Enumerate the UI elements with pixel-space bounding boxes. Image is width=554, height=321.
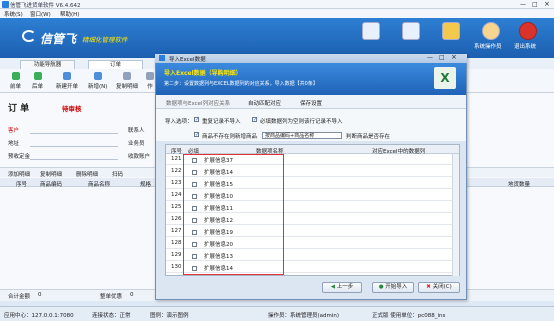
add-detail-button[interactable]: 添加明细 bbox=[8, 170, 30, 178]
col-name: 商品名称 bbox=[88, 182, 111, 188]
highlight-box bbox=[183, 154, 284, 275]
operator-label[interactable]: 系统操作员 bbox=[474, 42, 502, 50]
discount-label: 整单优惠 bbox=[100, 294, 123, 300]
order-title: 订 单 bbox=[8, 104, 30, 114]
auto-match-button[interactable]: 自动匹配对应 bbox=[248, 99, 281, 107]
close-icon[interactable]: × bbox=[544, 0, 550, 8]
row-no: 122 bbox=[171, 168, 182, 174]
row-no: 124 bbox=[171, 192, 182, 198]
prev-step-button[interactable]: ◀ 上一步 bbox=[322, 282, 362, 293]
dialog-close-button[interactable]: ✖ 关闭(C) bbox=[418, 282, 460, 293]
skip-duplicate-checkbox[interactable] bbox=[194, 116, 199, 123]
calculator-icon[interactable] bbox=[402, 22, 420, 40]
skip-empty-label: 必填数据列为空则该行记录不导入 bbox=[260, 119, 343, 125]
tab-order[interactable]: 订单 bbox=[88, 60, 143, 69]
row-no: 127 bbox=[171, 228, 182, 234]
address-label: 地址 bbox=[8, 141, 20, 147]
customer-label: 客户 bbox=[8, 128, 20, 134]
deposit-field[interactable] bbox=[30, 159, 118, 160]
address-field[interactable] bbox=[30, 146, 118, 147]
exit-icon[interactable] bbox=[519, 22, 537, 40]
order-status: 待审核 bbox=[62, 105, 82, 113]
contact-label: 联系人 bbox=[128, 128, 145, 134]
dialog-header: 导入Excel数据（导购明细） 第二步：设置数据列与EXCEL数据列的对应关系，… bbox=[156, 63, 466, 95]
deposit-label: 预收定金 bbox=[8, 154, 31, 160]
dialog-app-icon bbox=[159, 55, 165, 61]
dialog-head-sub: 第二步：设置数据列与EXCEL数据列的对应关系，导入数据【共0条】 bbox=[164, 81, 318, 87]
row-no: 126 bbox=[171, 216, 182, 222]
maximize-icon[interactable]: □ bbox=[532, 1, 538, 8]
menu-bar: 系统(S) 窗口(W) 帮助(H) bbox=[0, 9, 554, 18]
tab-navigator[interactable]: 功能导航器 bbox=[20, 60, 75, 69]
title-bar: 信管飞进货单软件 V6.4.642 — □ × bbox=[0, 0, 554, 9]
skip-empty-checkbox[interactable] bbox=[252, 116, 257, 123]
prev-order-button[interactable]: 前单 bbox=[10, 72, 21, 90]
dialog-title-bar: 导入Excel数据 — □ × bbox=[155, 53, 467, 63]
operator-status: 操作员：系统管理员(admin) bbox=[268, 313, 340, 319]
delete-detail-button[interactable]: 删除明细 bbox=[76, 170, 98, 178]
demo-status: 图例：演示图例 bbox=[150, 313, 189, 319]
col-qty: 地货数量 bbox=[508, 182, 531, 188]
col-no: 序号 bbox=[16, 182, 28, 188]
add-product-label: 商品不存在则新增商品 bbox=[202, 134, 258, 140]
row-no: 129 bbox=[171, 252, 182, 258]
dialog-close-icon[interactable]: × bbox=[451, 53, 457, 61]
connection-status: 连接状态：正常 bbox=[92, 313, 131, 319]
logo-text: 信管飞 bbox=[40, 32, 77, 46]
total-label: 合计金额 bbox=[8, 294, 31, 300]
add-product-checkbox[interactable] bbox=[194, 131, 199, 138]
minimize-icon[interactable]: — bbox=[520, 1, 526, 8]
total-value: 0 bbox=[38, 292, 42, 298]
lock-icon[interactable] bbox=[442, 22, 460, 40]
status-bar: 应用中心：127.0.0.1:7080 连接状态：正常 图例：演示图例 操作员：… bbox=[0, 306, 554, 321]
discount-value: 0 bbox=[130, 292, 134, 298]
step-mapping[interactable]: 数据项与Excel列对应关系 bbox=[166, 99, 230, 107]
add-button[interactable]: 新增(N) bbox=[88, 72, 107, 90]
row-no: 123 bbox=[171, 180, 182, 186]
copy-detail-button2[interactable]: 复制明细 bbox=[40, 170, 62, 178]
copy-detail-button[interactable]: 复制明细 bbox=[116, 72, 138, 90]
window-title: 信管飞进货单软件 V6.4.642 bbox=[10, 3, 81, 9]
options-label: 导入选项： bbox=[165, 119, 193, 125]
mapping-table-header: 序号 必填 数据项名称 对应Excel中的数据列 bbox=[166, 145, 459, 155]
table-scrollbar[interactable] bbox=[452, 154, 459, 276]
row-no: 130 bbox=[171, 264, 182, 270]
account-label: 收款账户 bbox=[128, 154, 151, 160]
next-order-button[interactable]: 后单 bbox=[32, 72, 43, 90]
start-import-button[interactable]: ● 开始导入 bbox=[372, 282, 414, 293]
dialog-head-title: 导入Excel数据（导购明细） bbox=[164, 70, 242, 77]
row-no: 125 bbox=[171, 204, 182, 210]
customer-field[interactable] bbox=[30, 133, 118, 134]
logo-mark-icon bbox=[22, 30, 36, 42]
dialog-title: 导入Excel数据 bbox=[169, 57, 206, 63]
slogan: 精细化管理软件 bbox=[82, 36, 128, 44]
exit-label[interactable]: 退出系统 bbox=[514, 42, 536, 50]
scan-button[interactable]: 扫码 bbox=[112, 170, 123, 178]
new-order-button[interactable]: 新建开单 bbox=[56, 72, 78, 90]
row-no: 121 bbox=[171, 156, 182, 162]
edition-status: 正式版 使用单位：pc088_ins bbox=[372, 313, 446, 319]
monitor-icon[interactable] bbox=[362, 22, 380, 40]
col-code: 商品编码 bbox=[40, 182, 63, 188]
skip-duplicate-label: 重复记录不导入 bbox=[202, 119, 241, 125]
user-icon[interactable] bbox=[482, 22, 500, 40]
excel-icon: X bbox=[434, 67, 456, 89]
match-mode-select[interactable]: 按商品编码+商品名称 bbox=[262, 132, 342, 139]
dialog-minimize-icon[interactable]: — bbox=[427, 54, 433, 61]
app-icon bbox=[2, 1, 9, 8]
salesman-label: 业务员 bbox=[128, 141, 145, 147]
menu-help[interactable]: 帮助(H) bbox=[60, 10, 79, 18]
col-spec: 规格 bbox=[140, 182, 152, 188]
check-exists-label: 判断商品是否存在 bbox=[346, 134, 391, 140]
server-status: 应用中心：127.0.0.1:7080 bbox=[4, 313, 74, 319]
row-no: 128 bbox=[171, 240, 182, 246]
dialog-steps: 数据项与Excel列对应关系 自动匹配对应 保存设置 bbox=[156, 95, 466, 109]
menu-system[interactable]: 系统(S) bbox=[4, 10, 23, 18]
save-settings-button[interactable]: 保存设置 bbox=[300, 99, 322, 107]
dialog-maximize-icon[interactable]: □ bbox=[439, 54, 445, 61]
toolbar-more[interactable]: 作 bbox=[146, 72, 154, 90]
menu-window[interactable]: 窗口(W) bbox=[30, 10, 51, 18]
